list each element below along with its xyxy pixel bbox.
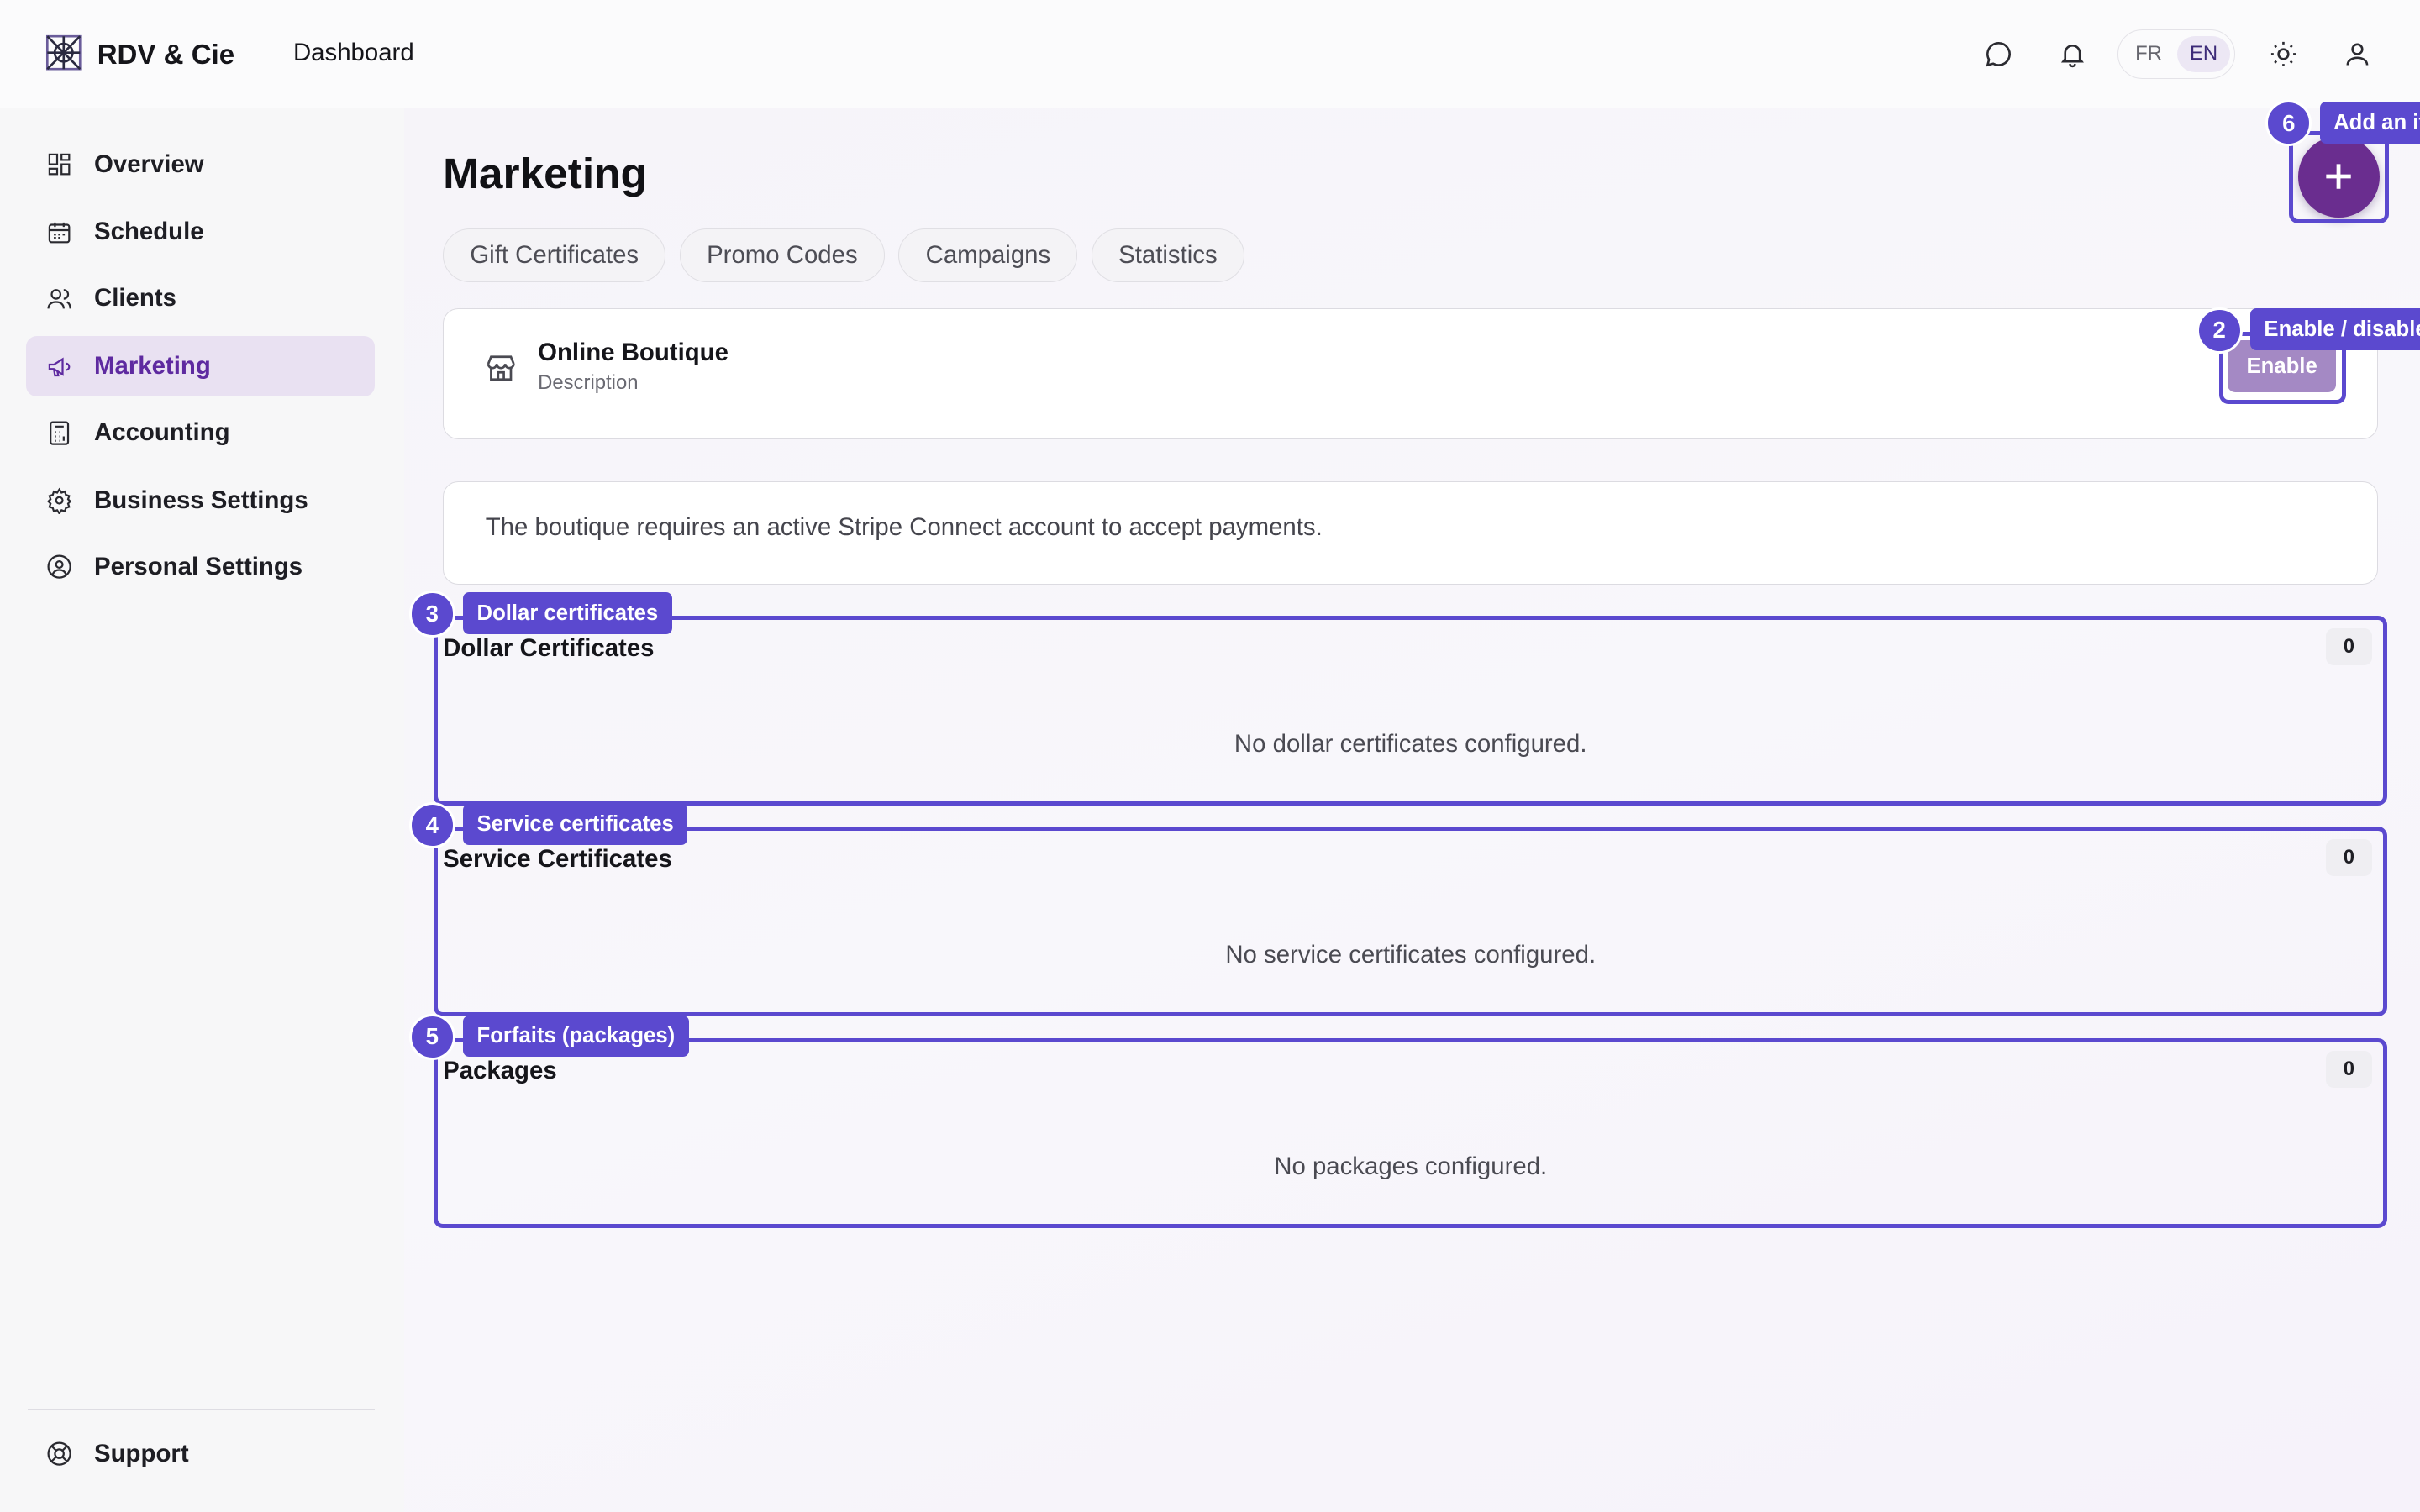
tour-step-number: 5 (408, 1013, 455, 1060)
tour-step-number: 4 (408, 802, 455, 849)
tour-highlight-packages (434, 1038, 2388, 1228)
tab-bar: Gift Certificates Promo Codes Campaigns … (443, 228, 1244, 283)
stripe-notice: The boutique requires an active Stripe C… (443, 481, 2379, 585)
chat-icon[interactable] (1975, 31, 2022, 77)
sidebar-item-label: Accounting (94, 418, 230, 447)
boutique-title: Online Boutique (538, 339, 729, 367)
sidebar-item-marketing[interactable]: Marketing (26, 336, 376, 397)
grid-icon (48, 153, 71, 176)
sidebar-item-label: Clients (94, 284, 176, 312)
top-bar: RDV & Cie Dashboard FR EN (0, 0, 2420, 108)
sidebar-item-clients[interactable]: Clients (26, 269, 375, 329)
tour-step-label: Forfaits (packages) (463, 1015, 689, 1058)
tour-step-number: 2 (2196, 307, 2243, 354)
boutique-description: Description (538, 370, 639, 394)
users-icon (47, 288, 71, 309)
tab-gift-certificates[interactable]: Gift Certificates (443, 228, 666, 283)
tab-campaigns[interactable]: Campaigns (898, 228, 1078, 283)
sidebar-item-accounting[interactable]: Accounting (26, 402, 375, 463)
lifebuoy-icon (47, 1441, 71, 1467)
gear-icon (47, 487, 72, 514)
sidebar-item-overview[interactable]: Overview (26, 134, 375, 195)
sidebar-divider (28, 1408, 376, 1410)
sidebar-item-label: Support (94, 1440, 189, 1468)
sidebar-item-label: Business Settings (94, 486, 308, 514)
tour-step-label: Dollar certificates (463, 592, 672, 634)
sidebar-item-schedule[interactable]: Schedule (26, 202, 375, 263)
online-boutique-card: Online Boutique Description Enable (443, 308, 2379, 440)
bell-icon[interactable] (2049, 31, 2096, 77)
calendar-icon (48, 222, 71, 244)
logo-icon (43, 31, 85, 81)
lang-en[interactable]: EN (2177, 35, 2230, 72)
app-name: RDV & Cie (97, 39, 235, 71)
tour-highlight-dollar (434, 615, 2388, 806)
app: RDV & Cie Dashboard FR EN Overview Sched… (0, 0, 2420, 1512)
page-title: Marketing (443, 149, 647, 198)
lang-fr[interactable]: FR (2123, 36, 2174, 72)
dashboard-link[interactable]: Dashboard (293, 39, 414, 67)
sidebar-item-label: Personal Settings (94, 552, 303, 580)
sidebar: Overview Schedule Clients Marketing Acco… (0, 108, 405, 1512)
sidebar-item-label: Overview (94, 150, 204, 178)
megaphone-icon (48, 357, 71, 376)
brand[interactable]: RDV & Cie (43, 31, 234, 81)
user-icon[interactable] (2334, 31, 2381, 77)
calculator-icon (50, 421, 70, 445)
language-switch: FR EN (2117, 29, 2236, 79)
sidebar-item-support[interactable]: Support (26, 1424, 375, 1484)
sidebar-item-label: Marketing (94, 352, 211, 381)
tab-statistics[interactable]: Statistics (1091, 228, 1244, 283)
tour-highlight-service (434, 827, 2388, 1017)
tour-step-label: Enable / disable (2249, 308, 2420, 350)
tour-highlight-add (2288, 131, 2390, 224)
user-circle-icon (47, 554, 71, 580)
sidebar-item-label: Schedule (94, 218, 204, 246)
tab-promo-codes[interactable]: Promo Codes (679, 228, 885, 283)
tour-step-label: Service certificates (463, 803, 688, 846)
main-content: Marketing Gift Certificates Promo Codes … (404, 108, 2420, 1512)
tour-step-label: Add an item (2319, 102, 2420, 144)
notice-text: The boutique requires an active Stripe C… (485, 512, 1323, 541)
tour-step-number: 3 (408, 591, 455, 638)
sidebar-item-personal-settings[interactable]: Personal Settings (26, 537, 375, 597)
sidebar-item-business-settings[interactable]: Business Settings (26, 470, 375, 531)
sun-icon[interactable] (2260, 31, 2307, 77)
store-icon (484, 351, 518, 391)
